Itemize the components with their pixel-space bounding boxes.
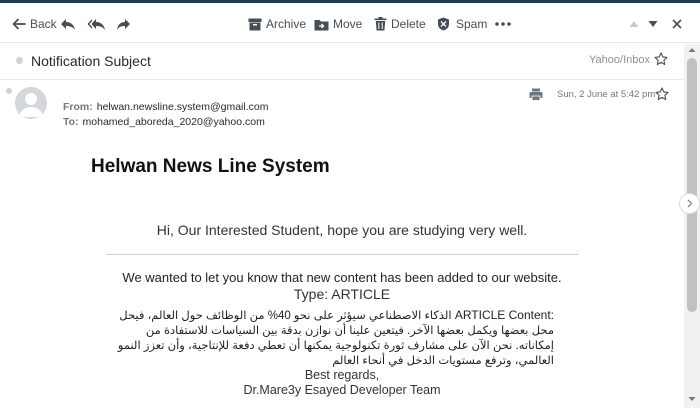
move-button[interactable]: Move bbox=[314, 13, 362, 35]
recipient-email[interactable]: mohamed_aboreda_2020@yahoo.com bbox=[83, 116, 265, 128]
regards-text: Best regards, bbox=[304, 368, 380, 382]
archive-button[interactable]: Archive bbox=[248, 13, 306, 35]
from-row: From: helwan.newsline.system@gmail.com bbox=[63, 101, 268, 113]
message-header: From: helwan.newsline.system@gmail.com To… bbox=[0, 81, 684, 135]
scroll-down-icon[interactable] bbox=[688, 396, 696, 402]
scroll-thumb[interactable] bbox=[687, 58, 697, 312]
folder-breadcrumb[interactable]: Yahoo/Inbox bbox=[589, 54, 650, 66]
shield-icon bbox=[438, 17, 449, 31]
read-status-dot[interactable] bbox=[6, 88, 12, 94]
expand-panel-button[interactable] bbox=[679, 193, 700, 214]
folder-move-icon bbox=[314, 19, 329, 30]
unread-indicator bbox=[16, 57, 23, 64]
reply-icon bbox=[61, 19, 75, 30]
subject-row: Notification Subject Yahoo/Inbox bbox=[0, 44, 684, 80]
forward-icon bbox=[117, 19, 130, 30]
vertical-scrollbar[interactable] bbox=[684, 44, 700, 408]
next-icon bbox=[648, 21, 658, 27]
to-label: To: bbox=[63, 116, 79, 128]
signature-text: Dr.Mare3y Esayed Developer Team bbox=[243, 383, 441, 397]
from-label: From: bbox=[63, 101, 93, 113]
sender-email[interactable]: helwan.newsline.system@gmail.com bbox=[97, 101, 269, 113]
star-icon[interactable] bbox=[655, 87, 669, 101]
next-message-button[interactable] bbox=[648, 13, 658, 35]
more-icon bbox=[495, 22, 511, 26]
forward-button[interactable] bbox=[116, 13, 131, 35]
spam-button[interactable]: Spam bbox=[437, 13, 487, 35]
message-date: Sun, 2 June at 5:42 pm bbox=[557, 89, 656, 100]
spam-label: Spam bbox=[456, 17, 488, 31]
greeting-text: Hi, Our Interested Student, hope you are… bbox=[156, 222, 528, 238]
delete-label: Delete bbox=[391, 17, 426, 31]
delete-button[interactable]: Delete bbox=[374, 13, 426, 35]
close-button[interactable] bbox=[672, 13, 682, 35]
star-icon[interactable] bbox=[654, 52, 668, 66]
article-label: ARTICLE Content: bbox=[454, 308, 554, 322]
email-heading: Helwan News Line System bbox=[91, 156, 330, 177]
message-toolbar: Back Archive Move Delete Spam bbox=[0, 3, 700, 43]
previous-message-button[interactable] bbox=[629, 13, 639, 35]
close-icon bbox=[672, 19, 682, 29]
reply-button[interactable] bbox=[60, 13, 76, 35]
avatar[interactable] bbox=[15, 87, 47, 119]
more-actions-button[interactable] bbox=[495, 13, 511, 35]
article-content: ARTICLE Content: الذكاء الاصطناعي سيؤثر … bbox=[106, 308, 554, 369]
archive-icon bbox=[248, 18, 262, 30]
chevron-right-icon bbox=[687, 199, 692, 208]
notice-text: We wanted to let you know that new conte… bbox=[122, 270, 562, 285]
archive-label: Archive bbox=[266, 17, 307, 31]
divider bbox=[106, 254, 578, 255]
trash-icon bbox=[374, 17, 387, 31]
previous-icon bbox=[629, 21, 639, 27]
move-label: Move bbox=[333, 17, 363, 31]
reply-all-button[interactable] bbox=[87, 13, 106, 35]
reply-all-icon bbox=[87, 19, 105, 30]
back-button[interactable]: Back bbox=[12, 13, 57, 35]
message-subject: Notification Subject bbox=[31, 53, 151, 69]
back-arrow-icon bbox=[12, 18, 26, 30]
back-label: Back bbox=[30, 17, 57, 31]
person-icon bbox=[19, 93, 43, 117]
print-icon[interactable] bbox=[529, 88, 543, 101]
scroll-up-icon[interactable] bbox=[688, 47, 696, 53]
to-row: To: mohamed_aboreda_2020@yahoo.com bbox=[63, 116, 265, 128]
content-type: Type: ARTICLE bbox=[293, 286, 391, 302]
